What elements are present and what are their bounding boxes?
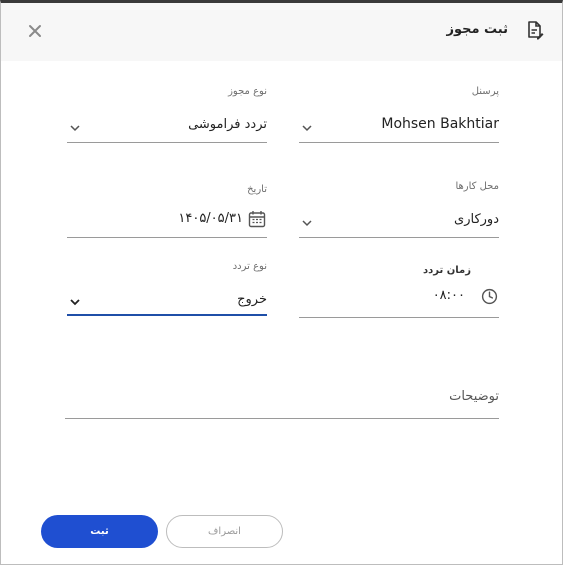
document-edit-icon	[528, 21, 544, 40]
date-label: تاریخ	[247, 184, 267, 195]
dialog-title: ثبت مجوز	[446, 22, 508, 37]
description-underline	[65, 418, 499, 419]
permit-type-field[interactable]: نوع مجوز تردد فراموشی	[67, 86, 267, 144]
permit-type-value: تردد فراموشی	[188, 117, 267, 132]
description-field[interactable]: توضیحات	[65, 387, 499, 421]
work-location-underline	[299, 237, 499, 238]
traffic-time-label: زمان تردد	[423, 265, 471, 276]
personnel-underline	[299, 142, 499, 143]
traffic-type-value: خروج	[237, 292, 267, 307]
permit-dialog: ثبت مجوز پرسنل Mohsen Bakhtiar نوع مجوز …	[0, 0, 563, 565]
date-value: ۱۴۰۵/۰۵/۳۱	[178, 211, 243, 226]
date-underline	[67, 237, 267, 238]
personnel-label: پرسنل	[471, 86, 499, 97]
traffic-time-underline	[299, 317, 499, 318]
traffic-time-value: ۰۸:۰۰	[432, 288, 465, 303]
chevron-down-icon[interactable]	[69, 298, 81, 306]
chevron-down-icon[interactable]	[301, 124, 313, 132]
work-location-label: محل کارها	[455, 181, 499, 192]
chevron-down-icon[interactable]	[301, 219, 313, 227]
chevron-down-icon[interactable]	[69, 124, 81, 132]
submit-button[interactable]: ثبت	[41, 515, 158, 548]
permit-type-underline	[67, 142, 267, 143]
description-placeholder: توضیحات	[449, 389, 499, 404]
date-field[interactable]: تاریخ ۱۴۰۵/۰۵/۳۱	[67, 184, 267, 239]
work-location-field[interactable]: محل کارها دورکاری	[299, 181, 499, 239]
personnel-value: Mohsen Bakhtiar	[381, 116, 499, 132]
work-location-value: دورکاری	[454, 212, 499, 227]
calendar-icon[interactable]	[248, 210, 266, 228]
traffic-type-label: نوع تردد	[232, 261, 267, 272]
traffic-time-field[interactable]: زمان تردد ۰۸:۰۰	[299, 265, 499, 320]
clock-icon[interactable]	[481, 288, 498, 305]
cancel-button[interactable]: انصراف	[166, 515, 283, 548]
traffic-type-field[interactable]: نوع تردد خروج	[67, 261, 267, 319]
dialog-header: ثبت مجوز	[1, 3, 562, 61]
traffic-type-underline	[67, 314, 267, 316]
close-icon[interactable]	[27, 23, 43, 39]
personnel-field[interactable]: پرسنل Mohsen Bakhtiar	[299, 86, 499, 144]
permit-type-label: نوع مجوز	[228, 86, 267, 97]
